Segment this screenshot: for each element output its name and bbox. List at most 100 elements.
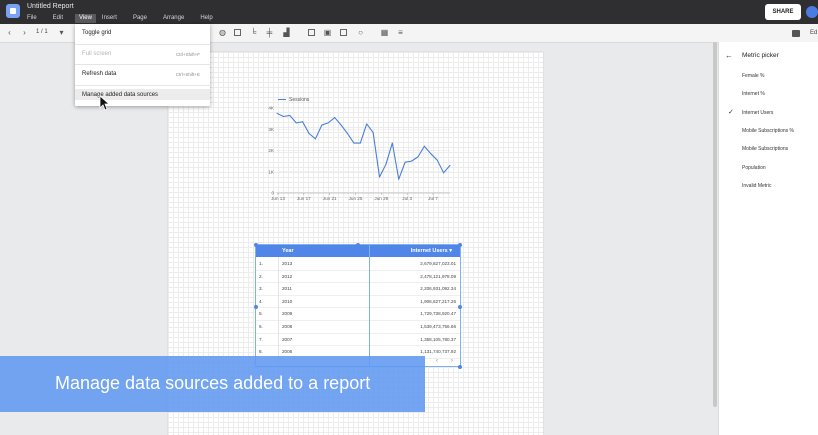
panel-title: Metric picker [742,52,779,59]
resize-handle-tr[interactable] [458,243,462,247]
cell-year: 2006 [282,349,293,355]
x-tick-label: Jun 21 [323,196,337,201]
area-chart-icon[interactable]: ▟ [282,28,291,37]
data-point [340,124,342,126]
next-page-icon[interactable]: › [451,358,453,364]
data-point [308,133,310,134]
data-point [346,133,348,134]
menu-item-refresh-data[interactable]: Refresh data [82,71,116,77]
menu-help[interactable]: Help [200,14,218,23]
y-tick-label: 0 [271,191,274,196]
prev-page-icon[interactable]: ‹ [436,358,438,364]
edit-label[interactable]: Ed [810,30,817,36]
time-series-chart[interactable]: 0 1K 2K 3K 4K Jun 13 Jun 17 Jun 21 Jun 25 Jun 29 J… [262,94,456,204]
row-index: 7. [259,336,263,342]
row-index: 4. [259,298,263,304]
menu-file[interactable]: File [27,14,43,23]
report-title[interactable]: Untitled Report [27,3,74,10]
menu-view[interactable]: View [75,14,96,23]
resize-handle-t[interactable] [356,243,360,247]
app-logo-icon[interactable] [6,4,20,18]
scorecard-icon[interactable]: ╪ [265,28,274,37]
menu-arrange[interactable]: Arrange [163,14,190,23]
circle-icon[interactable]: ○ [356,28,365,37]
metric-picker-panel [718,42,818,435]
y-tick-label: 1K [268,169,275,174]
column-header-year[interactable]: Year [282,248,294,254]
resize-handle-r[interactable] [458,305,462,309]
date-range-icon[interactable]: ▦ [380,28,389,37]
data-point [398,178,400,180]
data-point [276,112,278,114]
table-chart-icon[interactable] [234,29,241,36]
selection-guide [369,245,370,366]
metric-option[interactable]: Internet Users [742,110,773,116]
back-arrow-icon[interactable]: ← [725,51,733,60]
globe-icon[interactable]: ◍ [218,28,227,37]
text-icon[interactable] [308,29,315,36]
resize-handle-l[interactable] [254,305,258,309]
share-button[interactable]: SHARE [765,4,801,20]
cell-year: 2009 [282,311,293,317]
menu-edit[interactable]: Edit [53,14,69,23]
data-point [282,116,284,117]
menu-item-toggle-grid[interactable]: Toggle grid [82,30,111,36]
page-indicator[interactable]: 1 / 1 [36,29,48,35]
resize-handle-tl[interactable] [254,243,258,247]
table-row[interactable]: 4. 2010 1,906,627,217.26 [256,295,460,309]
menu-item-full-screen[interactable]: Full screen [82,51,111,57]
cell-internet-users: 1,131,740,737.92 [420,349,456,355]
y-tick-label: 2K [268,148,275,153]
x-tick-label: Jun 25 [349,196,363,201]
data-point [449,164,451,166]
table-row[interactable]: 6. 2008 1,539,473,756.66 [256,320,460,334]
canvas-scrollbar[interactable] [713,42,717,407]
data-point [359,142,361,144]
table-row[interactable]: 5. 2009 1,729,738,920.47 [256,307,460,321]
menu-page[interactable]: Page [133,14,153,23]
menu-bar: File Edit View Insert Page Arrange Help [27,14,229,23]
data-point [366,123,368,125]
row-index: 6. [259,324,263,329]
table-row[interactable]: 3. 2011 2,206,931,092.34 [256,282,460,296]
metric-option[interactable]: Internet % [742,91,765,97]
table-row[interactable]: 2. 2012 2,478,121,978.09 [256,270,460,284]
table-row[interactable]: 1. 2013 2,679,827,023.01 [256,257,460,271]
page-dropdown-icon[interactable]: ▾ [57,28,66,37]
data-point [379,176,381,178]
cell-internet-users: 1,539,473,756.66 [420,324,456,329]
cell-year: 2008 [282,324,293,329]
comment-icon[interactable] [792,30,800,37]
metric-option[interactable]: Population [742,165,766,171]
resize-handle-br[interactable] [458,365,462,369]
metric-option[interactable]: Mobile Subscriptions [742,146,788,152]
bar-chart-icon[interactable]: ╘ [249,28,258,37]
data-point [321,124,323,126]
undo-icon[interactable]: ‹ [5,28,14,37]
data-point [436,159,438,161]
column-divider [278,257,279,366]
data-point [334,117,336,119]
row-index: 2. [259,273,263,279]
cell-year: 2012 [282,273,293,279]
cell-internet-users: 1,906,627,217.26 [420,298,456,304]
data-point [430,153,432,155]
table-row[interactable]: 7. 2007 1,358,105,780.37 [256,333,460,347]
filter-icon[interactable]: ≡ [396,28,405,37]
metric-option[interactable]: Female % [742,73,765,79]
metric-option[interactable]: Mobile Subscriptions % [742,128,794,134]
column-header-internet-users[interactable]: Internet Users ▾ [411,248,452,254]
row-index: 3. [259,286,263,292]
rectangle-icon[interactable] [340,29,347,36]
metric-option[interactable]: Invalid Metric [742,183,771,189]
image-icon[interactable]: ▣ [323,28,332,37]
menu-divider [75,85,210,86]
data-point [295,122,297,124]
avatar[interactable] [806,6,818,18]
menu-item-manage-data-sources[interactable]: Manage added data sources [82,92,158,98]
redo-icon[interactable]: › [20,28,29,37]
data-point [385,163,387,165]
menu-insert[interactable]: Insert [102,14,123,23]
cell-internet-users: 2,206,931,092.34 [420,286,456,292]
menu-divider [75,44,210,45]
